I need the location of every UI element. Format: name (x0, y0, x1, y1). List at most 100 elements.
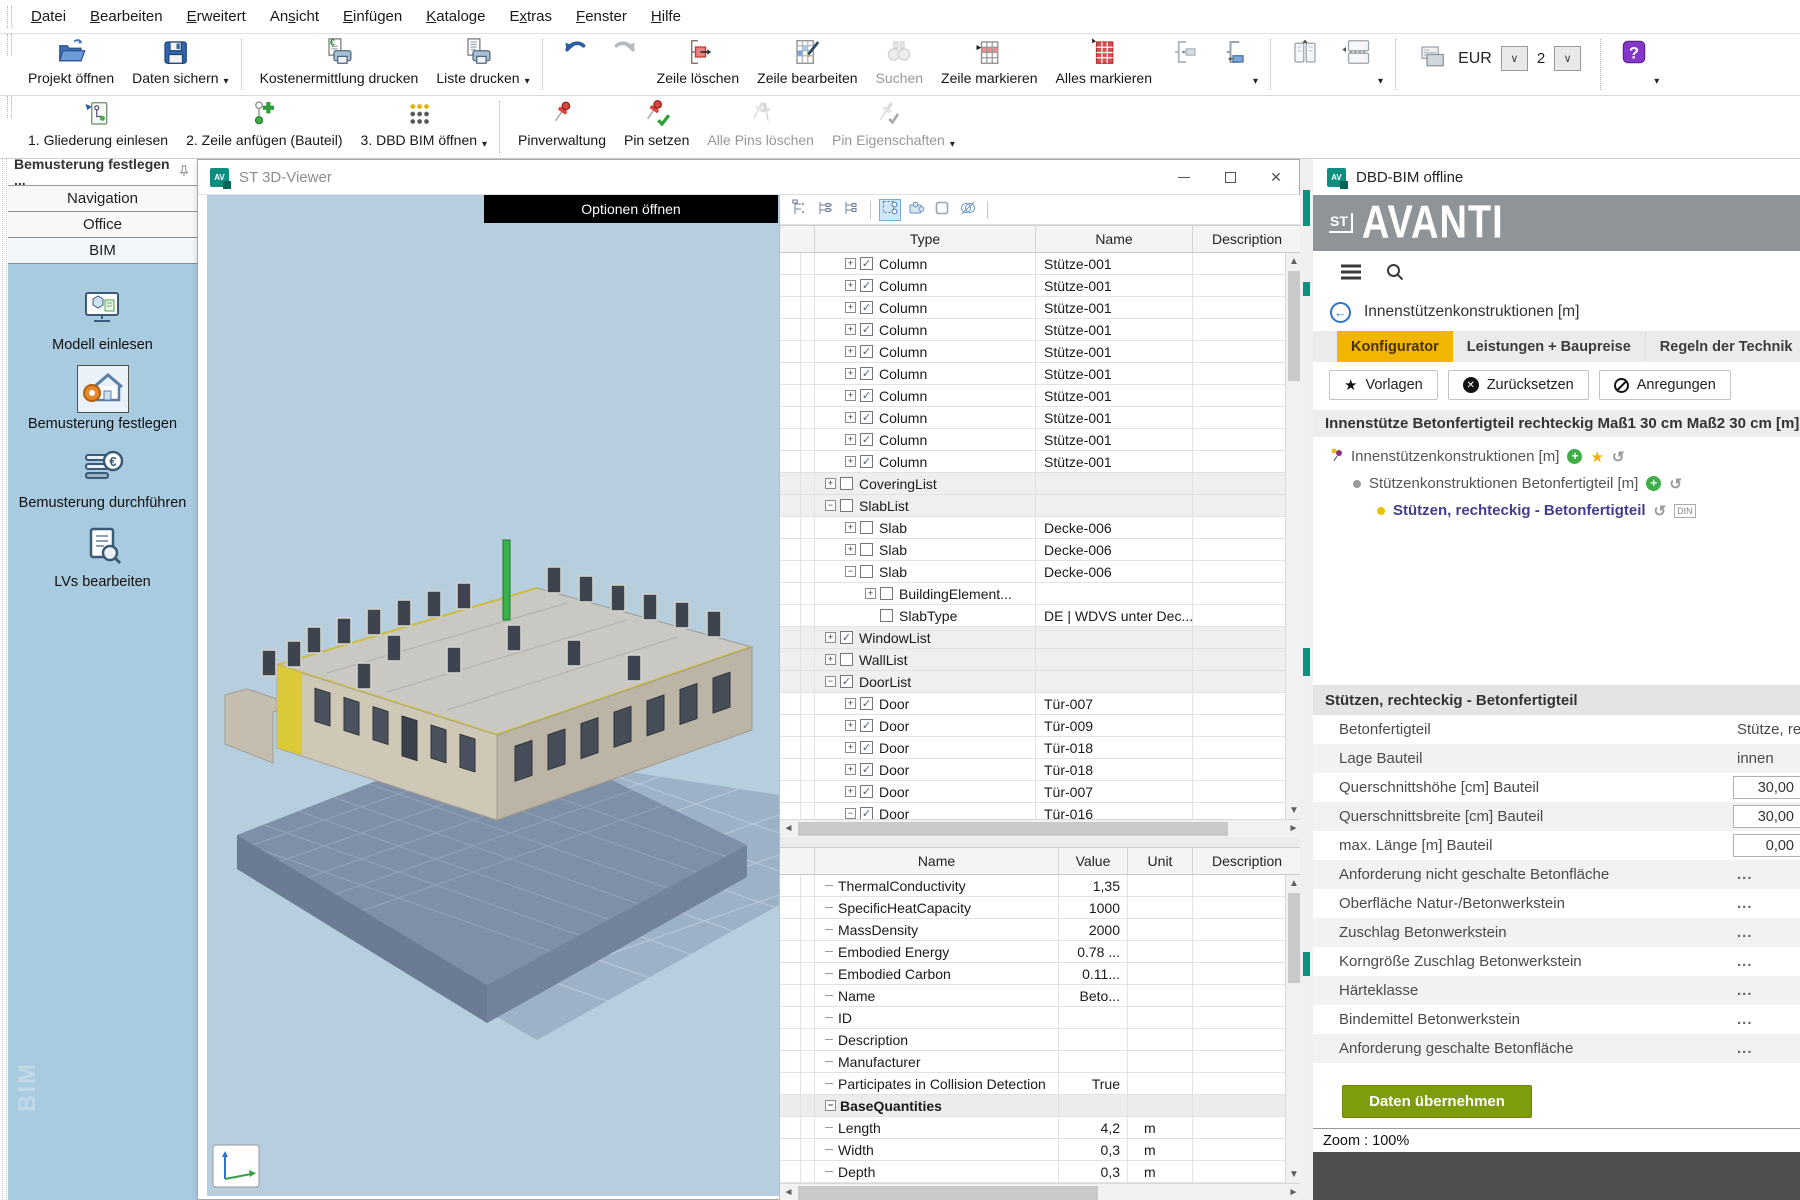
row-checkbox[interactable]: ✓ (860, 697, 873, 710)
row-checkbox[interactable]: ✓ (860, 389, 873, 402)
config-tree-node[interactable]: Innenstützenkonstruktionen [m]+★↺ (1313, 443, 1800, 470)
row-checkbox[interactable]: ✓ (860, 433, 873, 446)
expand-toggle[interactable]: + (845, 368, 856, 379)
anregungen-button[interactable]: Anregungen (1599, 370, 1731, 400)
property-row[interactable]: SpecificHeatCapacity1000 (780, 897, 1285, 919)
dropdown-arrow-icon[interactable]: ▾ (525, 76, 530, 87)
expand-toggle[interactable]: + (845, 390, 856, 401)
expand-toggle[interactable]: + (845, 720, 856, 731)
row-checkbox[interactable] (840, 477, 853, 490)
add-icon[interactable]: + (1646, 476, 1661, 491)
history-icon[interactable]: ↺ (1654, 502, 1667, 520)
dropdown-arrow-icon[interactable]: ▾ (224, 76, 229, 87)
tree-row[interactable]: +WallList (780, 649, 1285, 671)
options-open-button[interactable]: Optionen öffnen (484, 195, 778, 223)
tree-row[interactable]: −SlabList (780, 495, 1285, 517)
maximize-button[interactable] (1207, 160, 1253, 194)
column-header-name[interactable]: Name (1035, 226, 1192, 252)
tree-row[interactable]: +✓ColumnStütze-001 (780, 407, 1285, 429)
tree-row[interactable]: −✓DoorTür-016 (780, 803, 1285, 819)
tree-row[interactable]: +CoveringList (780, 473, 1285, 495)
expand-toggle[interactable]: + (825, 654, 836, 665)
menu-ansicht[interactable]: Ansicht (258, 2, 331, 31)
tree-row[interactable]: +✓ColumnStütze-001 (780, 451, 1285, 473)
minimize-button[interactable] (1161, 160, 1207, 194)
expand-toggle[interactable]: + (845, 412, 856, 423)
properties-horizontal-scrollbar[interactable]: ◄► (780, 1183, 1302, 1200)
column-header-unit[interactable]: Unit (1127, 848, 1192, 874)
tree-row[interactable]: +✓DoorTür-007 (780, 781, 1285, 803)
select-marquee-button[interactable] (879, 199, 901, 221)
item-button[interactable] (600, 34, 648, 72)
bim-prop-more-button[interactable]: ... (1737, 895, 1753, 912)
tree-collapse-button[interactable] (840, 199, 862, 221)
expand-toggle[interactable]: + (825, 478, 836, 489)
expand-toggle[interactable]: − (825, 500, 836, 511)
bim-prop-more-button[interactable]: ... (1737, 982, 1753, 999)
bim-prop-input[interactable]: 30,00 (1733, 776, 1800, 799)
row-checkbox[interactable]: ✓ (860, 367, 873, 380)
zeile-loschen-button[interactable]: Zeile löschen (648, 34, 749, 89)
row-checkbox[interactable]: ✓ (840, 631, 853, 644)
sidebar-item-bemusterung-durchfuhren[interactable]: €Bemusterung durchführen (19, 444, 187, 511)
tree-row[interactable]: +✓ColumnStütze-001 (780, 363, 1285, 385)
sidebar-item-lvs-bearbeiten[interactable]: LVs bearbeiten (54, 523, 150, 590)
tree-row[interactable]: SlabTypeDE | WDVS unter Dec... (780, 605, 1285, 627)
sidebar-item-modell-einlesen[interactable]: Modell einlesen (52, 286, 153, 353)
sidebar-item-bemusterung-festlegen[interactable]: Bemusterung festlegen (28, 365, 177, 432)
item-button[interactable]: ? (1610, 34, 1658, 72)
row-checkbox[interactable]: ✓ (860, 741, 873, 754)
menu-bearbeiten[interactable]: Bearbeiten (78, 2, 175, 31)
bim-prop-more-button[interactable]: ... (1737, 1011, 1753, 1028)
add-icon[interactable]: + (1567, 449, 1582, 464)
tree-row[interactable]: +✓ColumnStütze-001 (780, 297, 1285, 319)
bim-prop-input[interactable]: 0,00 (1733, 834, 1800, 857)
pin-setzen-button[interactable]: Pin setzen (615, 96, 698, 151)
property-row[interactable]: −BaseQuantities (780, 1095, 1285, 1117)
column-header-name[interactable]: Name (814, 848, 1058, 874)
config-tree-node[interactable]: Stützen, rechteckig - Betonfertigteil↺DI… (1313, 497, 1800, 524)
3d-canvas[interactable]: Optionen öffnen (207, 195, 779, 1196)
sidebar-tab-office[interactable]: Office (8, 212, 197, 238)
hamburger-menu-icon[interactable] (1339, 263, 1363, 284)
3-dbd-bim-offnen-button[interactable]: 3. DBD BIM öffnen (352, 96, 486, 151)
expand-toggle[interactable]: + (845, 302, 856, 313)
projekt-offnen-button[interactable]: Projekt öffnen (19, 34, 123, 89)
row-checkbox[interactable] (840, 653, 853, 666)
pin-icon[interactable] (177, 164, 191, 181)
property-row[interactable]: Length4,2m (780, 1117, 1285, 1139)
tree-row[interactable]: +✓DoorTür-018 (780, 737, 1285, 759)
panel-splitter-bar[interactable] (1300, 159, 1313, 1200)
bim-prop-more-button[interactable]: ... (1737, 1040, 1753, 1057)
scroll-thumb[interactable] (798, 1186, 1098, 1200)
expand-toggle[interactable]: − (845, 566, 856, 577)
tree-row[interactable]: +✓ColumnStütze-001 (780, 429, 1285, 451)
property-row[interactable]: Description (780, 1029, 1285, 1051)
tree-horizontal-scrollbar[interactable]: ◄► (780, 819, 1302, 837)
row-checkbox[interactable]: ✓ (860, 279, 873, 292)
property-row[interactable]: Participates in Collision DetectionTrue (780, 1073, 1285, 1095)
tree-row[interactable]: +BuildingElement... (780, 583, 1285, 605)
tab-konfigurator[interactable]: Konfigurator (1337, 331, 1453, 362)
row-checkbox[interactable]: ✓ (840, 675, 853, 688)
dropdown-arrow-icon[interactable]: ▾ (1654, 76, 1659, 87)
row-checkbox[interactable] (860, 521, 873, 534)
sidebar-tab-navigation[interactable]: Navigation (8, 186, 197, 212)
1-gliederung-einlesen-button[interactable]: 1. Gliederung einlesen (19, 96, 177, 151)
row-checkbox[interactable] (840, 499, 853, 512)
row-checkbox[interactable]: ✓ (860, 455, 873, 468)
tree-row[interactable]: +✓ColumnStütze-001 (780, 275, 1285, 297)
column-header-value[interactable]: Value (1058, 848, 1127, 874)
vorlagen-button[interactable]: ★Vorlagen (1329, 370, 1438, 400)
history-icon[interactable]: ↺ (1669, 475, 1682, 493)
expand-toggle[interactable]: + (845, 764, 856, 775)
expand-toggle[interactable]: + (865, 588, 876, 599)
kostenermittlung-drucken-button[interactable]: €Kostenermittlung drucken (251, 34, 428, 89)
bim-prop-input[interactable]: 30,00 (1733, 805, 1800, 828)
row-checkbox[interactable]: ✓ (860, 257, 873, 270)
row-checkbox[interactable]: ✓ (860, 411, 873, 424)
history-icon[interactable]: ↺ (1612, 448, 1625, 466)
row-checkbox[interactable]: ✓ (860, 323, 873, 336)
tree-row[interactable]: −✓DoorList (780, 671, 1285, 693)
row-checkbox[interactable]: ✓ (860, 719, 873, 732)
